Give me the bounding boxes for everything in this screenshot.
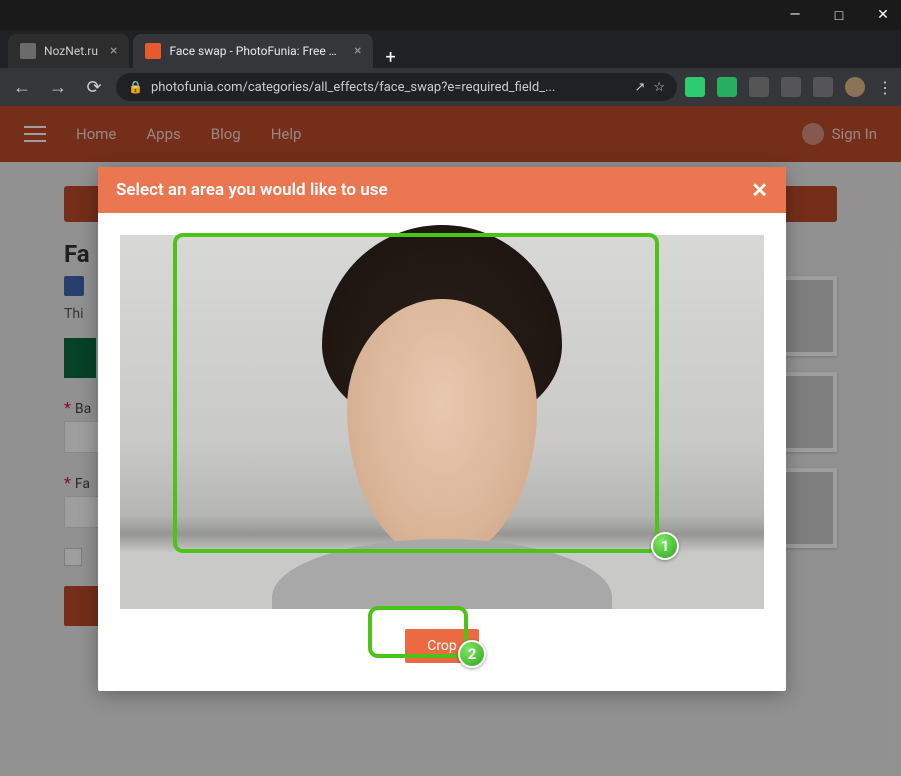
tab-noznet[interactable]: NozNet.ru × xyxy=(8,34,129,68)
tab-title: NozNet.ru xyxy=(44,44,98,58)
address-bar: ← → ⟳ 🔒 photofunia.com/categories/all_ef… xyxy=(0,68,901,106)
close-tab-icon[interactable]: × xyxy=(354,43,361,59)
extension-icon[interactable] xyxy=(685,77,705,97)
window-controls: — □ ✕ xyxy=(0,0,901,30)
open-external-icon[interactable]: ↗ xyxy=(634,80,645,95)
favicon-icon xyxy=(145,43,161,59)
crop-modal: Select an area you would like to use ✕ C… xyxy=(98,167,786,691)
lock-icon: 🔒 xyxy=(128,80,143,94)
close-modal-button[interactable]: ✕ xyxy=(751,178,768,202)
extension-icon[interactable] xyxy=(813,77,833,97)
tabs-bar: NozNet.ru × Face swap - PhotoFunia: Free… xyxy=(0,30,901,68)
kebab-menu-icon[interactable]: ⋮ xyxy=(877,78,893,97)
reload-button[interactable]: ⟳ xyxy=(80,77,108,98)
page-content: Home Apps Blog Help Sign In Fa Thi * Ba … xyxy=(0,106,901,776)
favicon-icon xyxy=(20,43,36,59)
tab-photofunia[interactable]: Face swap - PhotoFunia: Free ph × xyxy=(133,34,373,68)
maximize-button[interactable]: □ xyxy=(829,7,849,24)
puzzle-icon[interactable] xyxy=(749,77,769,97)
profile-avatar[interactable] xyxy=(845,77,865,97)
star-icon[interactable]: ☆ xyxy=(653,80,665,95)
modal-title: Select an area you would like to use xyxy=(116,180,388,200)
modal-header: Select an area you would like to use ✕ xyxy=(98,167,786,213)
annotation-badge-1: 1 xyxy=(651,532,679,560)
close-window-button[interactable]: ✕ xyxy=(873,7,893,23)
photo-content xyxy=(272,539,612,609)
modal-body: Crop xyxy=(98,213,786,691)
extension-icon[interactable] xyxy=(781,77,801,97)
extensions: ⋮ xyxy=(685,77,893,97)
minimize-button[interactable]: — xyxy=(785,7,805,23)
extension-icon[interactable] xyxy=(717,77,737,97)
tab-title: Face swap - PhotoFunia: Free ph xyxy=(169,44,342,58)
close-tab-icon[interactable]: × xyxy=(110,43,117,59)
photo-content xyxy=(347,299,537,559)
new-tab-button[interactable]: + xyxy=(373,47,407,68)
forward-button[interactable]: → xyxy=(44,77,72,98)
url-input[interactable]: 🔒 photofunia.com/categories/all_effects/… xyxy=(116,73,677,101)
back-button[interactable]: ← xyxy=(8,77,36,98)
annotation-badge-2: 2 xyxy=(458,640,486,668)
url-text: photofunia.com/categories/all_effects/fa… xyxy=(151,80,626,95)
